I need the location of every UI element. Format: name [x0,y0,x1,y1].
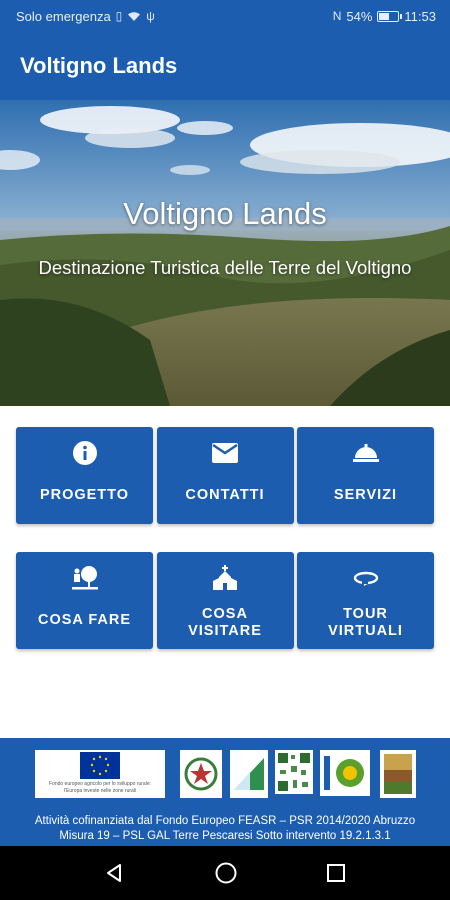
qr-code [275,750,313,794]
clock: 11:53 [404,8,436,24]
funding-notice: Attività cofinanziata dal Fondo Europeo … [0,814,450,844]
abruzzo-region-logo [230,750,268,798]
progetto-button[interactable]: PROGETTO [16,427,153,524]
battery-percent: 54% [346,8,373,24]
system-nav-bar [0,846,450,900]
tile-label: CONTATTI [185,487,265,503]
tile-label: COSA FARE [37,612,132,628]
leader-logo [320,750,370,796]
eu-caption: l'Europa investe nelle zone rurali [63,788,137,794]
footer: Fondo europeo agricolo per lo sviluppo r… [0,738,450,846]
funding-line-2: Misura 19 – PSL GAL Terre Pescaresi Sott… [59,830,391,842]
hero-title: Voltigno Lands [123,196,327,231]
contatti-button[interactable]: CONTATTI [156,427,294,524]
church-icon [212,564,238,592]
nature-people-icon [71,564,99,592]
eu-logo: Fondo europeo agricolo per lo sviluppo r… [35,750,165,798]
nfc-icon: N [332,9,342,23]
app-bar: Voltigno Lands [0,32,450,100]
app-title: Voltigno Lands [20,53,178,78]
sim-icon: ▯ [115,9,123,23]
tile-label: TOUR VIRTUALI [328,606,403,639]
info-icon [72,439,98,467]
funding-line-1: Attività cofinanziata dal Fondo Europeo … [34,815,416,827]
tile-label: PROGETTO [39,487,130,503]
home-icon[interactable] [214,861,238,885]
eu-caption: Fondo europeo agricolo per lo sviluppo r… [48,781,151,787]
mail-icon [211,439,239,467]
status-bar: Solo emergenza ▯ ψ N 54% 11:53 [0,0,450,32]
servizi-button[interactable]: SERVIZI [297,427,434,524]
landscape-image [0,100,450,406]
tour-virtuali-button[interactable]: TOUR VIRTUALI [297,552,434,649]
tile-label: COSA VISITARE [188,606,262,639]
sponsor-logos: Fondo europeo agricolo per lo sviluppo r… [0,748,450,798]
cosa-visitare-button[interactable]: COSA VISITARE [156,552,294,649]
tile-label: SERVIZI [333,487,398,503]
battery-icon [377,10,403,22]
recents-icon[interactable] [326,863,346,883]
usb-icon: ψ [146,9,155,23]
hero-banner: Voltigno Lands Destinazione Turistica de… [0,100,450,406]
italian-republic-logo [180,750,222,798]
menu-grid: PROGETTO CONTATTI SERVIZI COSA FARE COSA… [16,427,434,649]
cosa-fare-button[interactable]: COSA FARE [16,552,153,649]
back-icon[interactable] [104,862,126,884]
wifi-icon [128,11,141,21]
hero-subtitle: Destinazione Turistica delle Terre del V… [38,257,412,278]
carrier-text: Solo emergenza [16,8,111,24]
gal-logo [380,750,416,798]
rotate-360-icon [352,564,380,592]
room-service-bell-icon [352,439,380,467]
